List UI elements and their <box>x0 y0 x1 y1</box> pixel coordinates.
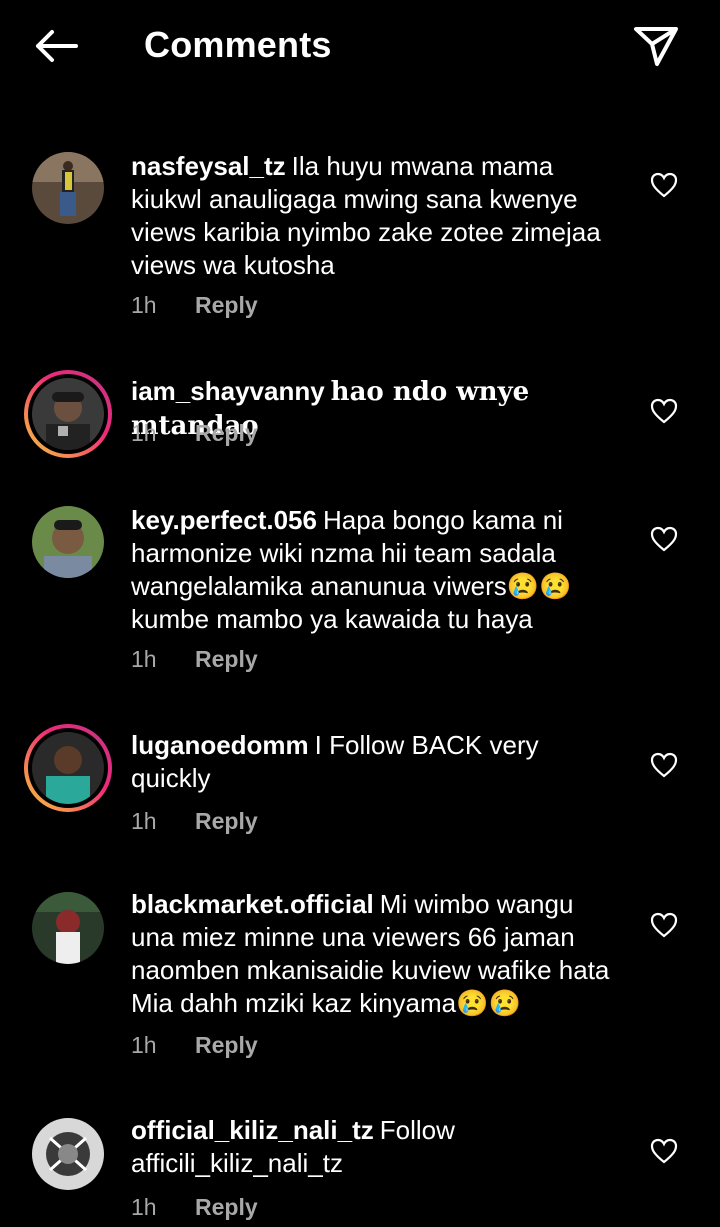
comment-time: 1h <box>131 646 157 672</box>
comment-item: blackmarket.official Mi wimbo wangu una m… <box>0 888 720 1068</box>
comment-item: luganoedomm I Follow BACK very quickly 1h… <box>0 724 720 844</box>
reply-button[interactable]: Reply <box>195 646 258 672</box>
comment-item: key.perfect.056 Hapa bongo kama ni harmon… <box>0 504 720 684</box>
reply-button[interactable]: Reply <box>195 808 258 834</box>
page-title: Comments <box>144 24 332 65</box>
avatar[interactable] <box>32 1118 104 1190</box>
comment-item: iam_shayvanny hao ndo wnye mtandao 1h Repl… <box>0 370 720 470</box>
comment-username[interactable]: blackmarket.official <box>131 889 374 919</box>
comment-item: nasfeysal_tz Ila huyu mwana mama kiukwl a… <box>0 150 720 330</box>
comment-time: 1h <box>131 1194 157 1220</box>
reply-button[interactable]: Reply <box>195 420 258 446</box>
avatar[interactable] <box>32 892 104 964</box>
comment-username[interactable]: key.perfect.056 <box>131 505 317 535</box>
comment-username[interactable]: nasfeysal_tz <box>131 151 286 181</box>
reply-button[interactable]: Reply <box>195 1032 258 1058</box>
reply-button[interactable]: Reply <box>195 292 258 318</box>
heart-icon[interactable] <box>650 398 678 424</box>
avatar[interactable] <box>32 506 104 578</box>
share-button[interactable] <box>628 20 684 72</box>
comment-username[interactable]: iam_shayvanny <box>131 376 325 406</box>
comment-time: 1h <box>131 808 157 834</box>
top-bar: Comments <box>0 0 720 92</box>
heart-icon[interactable] <box>650 172 678 198</box>
avatar[interactable] <box>24 370 112 458</box>
avatar[interactable] <box>24 724 112 812</box>
reply-button[interactable]: Reply <box>195 1194 258 1220</box>
comment-username[interactable]: official_kiliz_nali_tz <box>131 1115 374 1145</box>
heart-icon[interactable] <box>650 526 678 552</box>
comment-time: 1h <box>131 1032 157 1058</box>
heart-icon[interactable] <box>650 912 678 938</box>
comment-time: 1h <box>131 292 157 318</box>
arrow-left-icon <box>36 30 78 62</box>
avatar[interactable] <box>32 152 104 224</box>
heart-icon[interactable] <box>650 1138 678 1164</box>
heart-icon[interactable] <box>650 752 678 778</box>
back-button[interactable] <box>28 22 84 70</box>
comment-username[interactable]: luganoedomm <box>131 730 309 760</box>
comment-time: 1h <box>131 420 157 446</box>
paper-plane-icon <box>634 27 678 66</box>
comment-item: official_kiliz_nali_tz Follow afficili_ki… <box>0 1114 720 1227</box>
